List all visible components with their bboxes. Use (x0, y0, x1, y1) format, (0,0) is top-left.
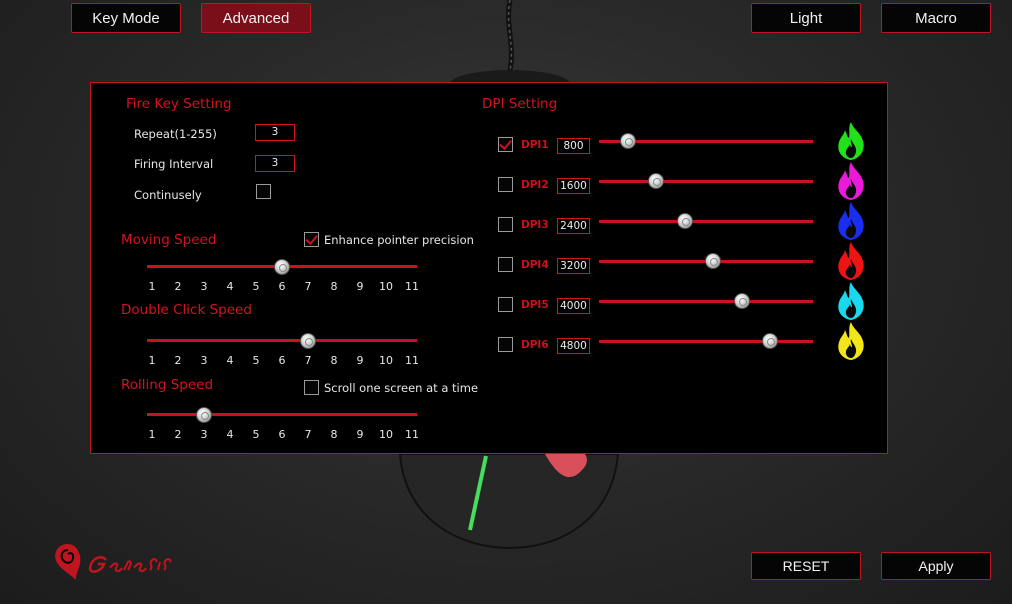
continuous-label: Continusely (134, 188, 202, 202)
dpi-checkbox[interactable] (498, 297, 513, 312)
apply-button[interactable]: Apply (881, 552, 991, 580)
reset-button[interactable]: RESET (751, 552, 861, 580)
scale-tick: 11 (405, 354, 419, 367)
dpi-label: DPI1 (521, 139, 549, 151)
scale-tick: 6 (278, 428, 286, 441)
tab-macro[interactable]: Macro (881, 3, 991, 33)
double-click-knob[interactable] (300, 333, 316, 349)
scale-tick: 3 (200, 428, 208, 441)
scale-tick: 8 (330, 280, 338, 293)
dpi-label: DPI2 (521, 179, 549, 191)
rolling-speed-scale: 1 2 3 4 5 6 7 8 9 10 11 (139, 428, 425, 441)
genesis-logo (55, 544, 172, 580)
dpi-checkbox[interactable] (498, 337, 513, 352)
scale-tick: 1 (148, 280, 156, 293)
moving-speed-title: Moving Speed (121, 232, 217, 248)
dpi-value-input[interactable]: 800 (557, 138, 590, 154)
rolling-speed-title: Rolling Speed (121, 377, 214, 393)
enhance-precision-checkbox[interactable] (304, 232, 319, 247)
scale-tick: 7 (304, 354, 312, 367)
dpi-value-input[interactable]: 4800 (557, 338, 590, 354)
dpi-label: DPI5 (521, 299, 549, 311)
scroll-screen-checkbox[interactable] (304, 380, 319, 395)
scale-tick: 10 (379, 428, 393, 441)
dpi-slider-knob[interactable] (733, 293, 750, 309)
scale-tick: 10 (379, 280, 393, 293)
scale-tick: 2 (174, 354, 182, 367)
dpi-color-flame-icon[interactable] (835, 161, 867, 201)
double-click-scale: 1 2 3 4 5 6 7 8 9 10 11 (139, 354, 425, 367)
dpi-slider-knob[interactable] (648, 173, 665, 189)
enhance-precision-label: Enhance pointer precision (324, 233, 474, 247)
scale-tick: 6 (278, 354, 286, 367)
moving-speed-knob[interactable] (274, 259, 290, 275)
scale-tick: 9 (356, 428, 364, 441)
dpi-slider-knob[interactable] (619, 133, 636, 149)
dpi-value-input[interactable]: 4000 (557, 298, 590, 314)
scale-tick: 11 (405, 428, 419, 441)
dpi-checkbox[interactable] (498, 137, 513, 152)
dpi-slider[interactable] (599, 300, 813, 303)
scale-tick: 1 (148, 354, 156, 367)
moving-speed-scale: 1 2 3 4 5 6 7 8 9 10 11 (139, 280, 425, 293)
dpi-checkbox[interactable] (498, 217, 513, 232)
advanced-settings-panel: Fire Key Setting Repeat(1-255) 3 Firing … (90, 82, 888, 454)
scale-tick: 5 (252, 280, 260, 293)
scale-tick: 8 (330, 354, 338, 367)
dpi-slider-knob[interactable] (676, 213, 693, 229)
dpi-label: DPI3 (521, 219, 549, 231)
rolling-speed-knob[interactable] (196, 407, 212, 423)
scale-tick: 7 (304, 280, 312, 293)
tab-key-mode[interactable]: Key Mode (71, 3, 181, 33)
dpi-slider-knob[interactable] (705, 253, 722, 269)
dpi-color-flame-icon[interactable] (835, 241, 867, 281)
scale-tick: 9 (356, 280, 364, 293)
scale-tick: 10 (379, 354, 393, 367)
fire-key-title: Fire Key Setting (126, 96, 232, 112)
scale-tick: 5 (252, 354, 260, 367)
scale-tick: 1 (148, 428, 156, 441)
scale-tick: 11 (405, 280, 419, 293)
tab-light[interactable]: Light (751, 3, 861, 33)
scale-tick: 4 (226, 354, 234, 367)
firing-interval-label: Firing Interval (134, 157, 214, 171)
dpi-color-flame-icon[interactable] (835, 201, 867, 241)
continuous-checkbox[interactable] (256, 184, 271, 199)
dpi-label: DPI4 (521, 259, 549, 271)
scale-tick: 3 (200, 280, 208, 293)
scale-tick: 2 (174, 280, 182, 293)
dpi-value-input[interactable]: 3200 (557, 258, 590, 274)
double-click-slider[interactable] (147, 339, 417, 342)
repeat-label: Repeat(1-255) (134, 127, 217, 141)
double-click-title: Double Click Speed (121, 302, 252, 318)
dpi-color-flame-icon[interactable] (835, 281, 867, 321)
dpi-slider[interactable] (599, 340, 813, 343)
dpi-color-flame-icon[interactable] (835, 121, 867, 161)
scale-tick: 2 (174, 428, 182, 441)
dpi-value-input[interactable]: 1600 (557, 178, 590, 194)
scale-tick: 8 (330, 428, 338, 441)
dpi-setting-title: DPI Setting (482, 96, 558, 112)
dpi-color-flame-icon[interactable] (835, 321, 867, 361)
dpi-label: DPI6 (521, 339, 549, 351)
dpi-value-input[interactable]: 2400 (557, 218, 590, 234)
dpi-slider[interactable] (599, 220, 813, 223)
scale-tick: 9 (356, 354, 364, 367)
scale-tick: 4 (226, 428, 234, 441)
scale-tick: 3 (200, 354, 208, 367)
repeat-input[interactable]: 3 (255, 124, 295, 141)
dpi-checkbox[interactable] (498, 177, 513, 192)
rolling-speed-slider[interactable] (147, 413, 417, 416)
firing-interval-input[interactable]: 3 (255, 155, 295, 172)
scale-tick: 7 (304, 428, 312, 441)
scale-tick: 4 (226, 280, 234, 293)
dpi-checkbox[interactable] (498, 257, 513, 272)
scale-tick: 6 (278, 280, 286, 293)
scale-tick: 5 (252, 428, 260, 441)
dpi-slider[interactable] (599, 180, 813, 183)
scroll-screen-label: Scroll one screen at a time (324, 381, 479, 395)
tab-advanced[interactable]: Advanced (201, 3, 311, 33)
dpi-slider-knob[interactable] (762, 333, 779, 349)
